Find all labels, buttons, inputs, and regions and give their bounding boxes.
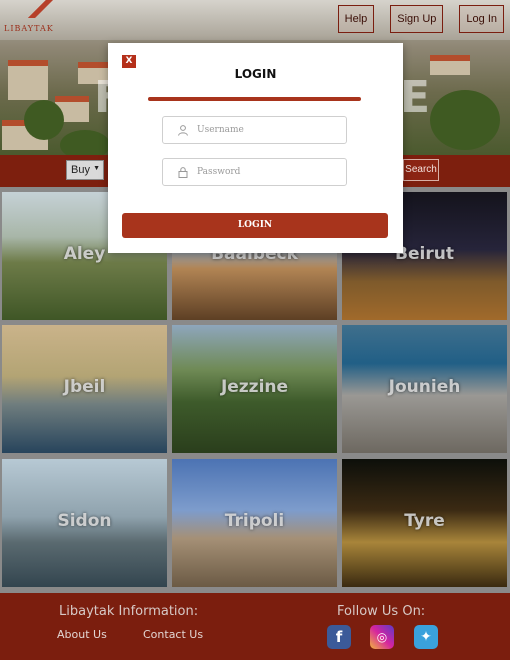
modal-title: LOGIN bbox=[234, 67, 277, 81]
title-divider bbox=[148, 97, 361, 101]
lock-icon bbox=[178, 167, 188, 178]
login-modal: X LOGIN LOGIN bbox=[108, 43, 403, 253]
password-field bbox=[162, 158, 347, 186]
password-input[interactable] bbox=[197, 163, 337, 181]
username-field bbox=[162, 116, 347, 144]
username-input[interactable] bbox=[197, 121, 337, 139]
user-icon bbox=[178, 125, 188, 136]
login-submit-button[interactable]: LOGIN bbox=[122, 213, 388, 238]
